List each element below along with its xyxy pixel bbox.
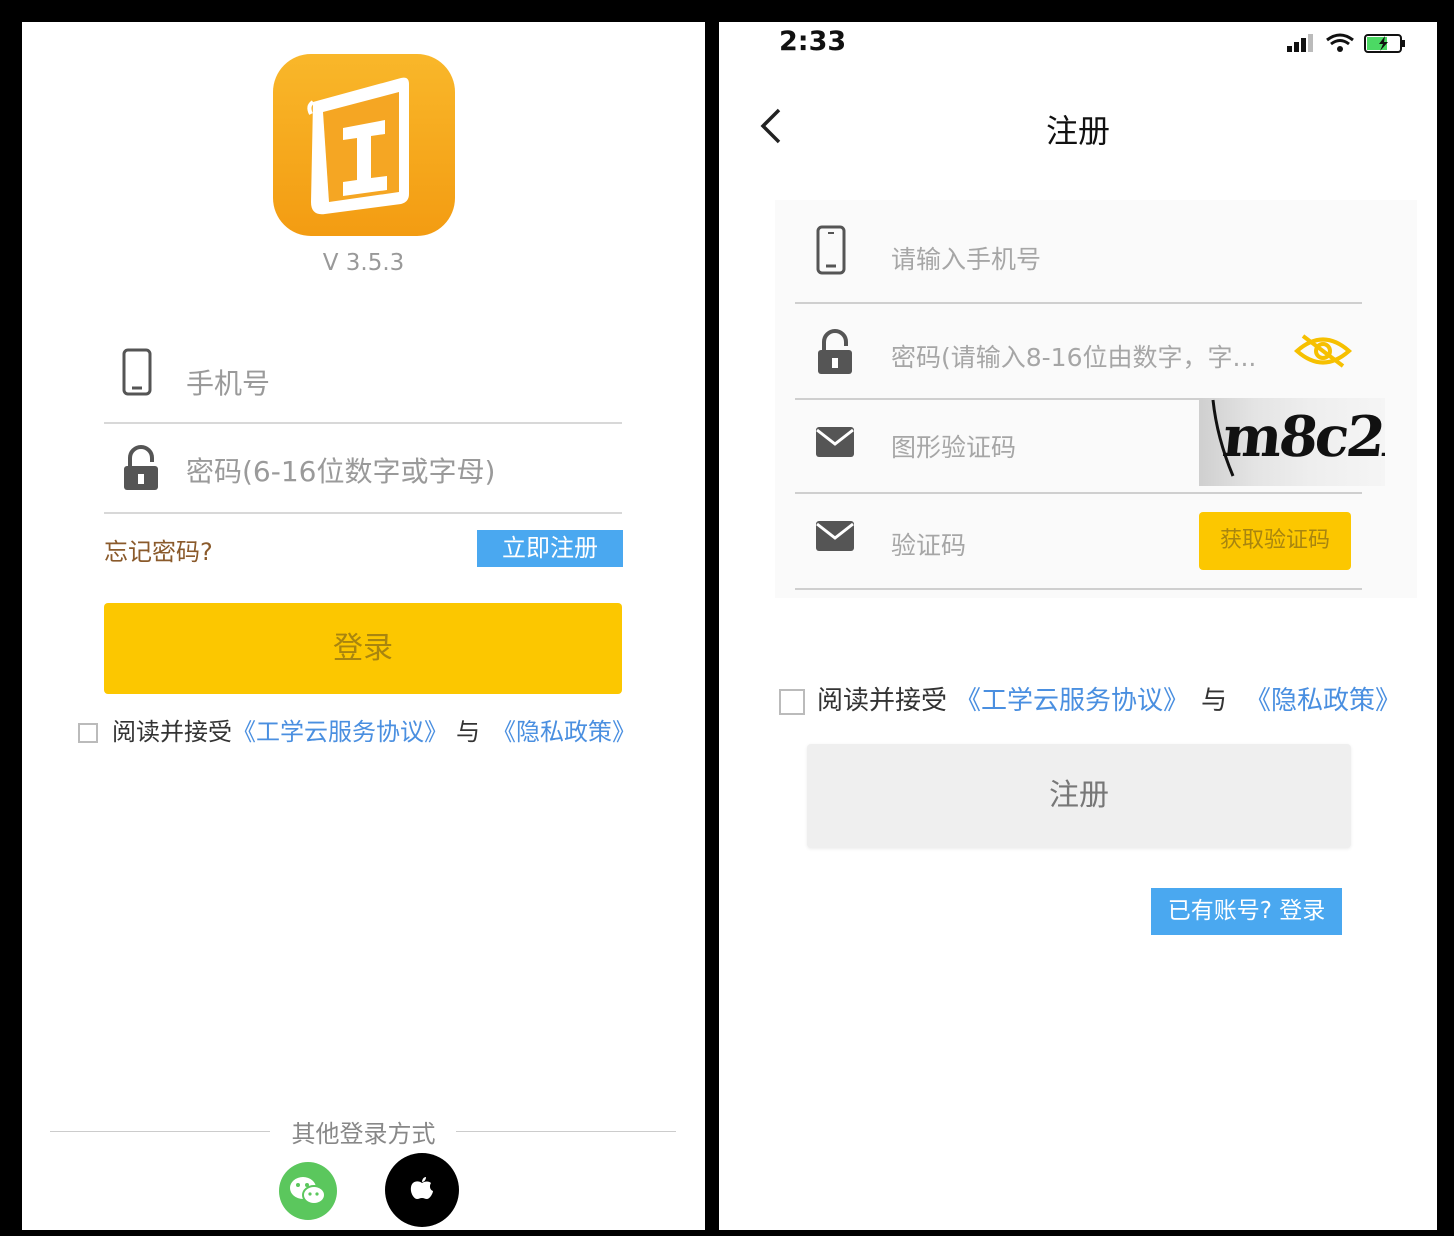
battery-icon (1364, 34, 1405, 53)
other-login-label: 其他登录方式 (281, 1114, 446, 1149)
agreement-row: 阅读并接受《工学云服务协议》与《隐私政策》 (779, 680, 1401, 717)
phone-input-placeholder: 手机号 (186, 367, 271, 400)
agreement-prefix: 阅读并接受 (817, 686, 948, 716)
phone-icon (815, 224, 847, 280)
signal-icon (1287, 34, 1313, 52)
login-button[interactable]: 登录 (104, 603, 622, 694)
phone-input-placeholder: 请输入手机号 (891, 245, 1042, 274)
agreement-row: 阅读并接受《工学云服务协议》与《隐私政策》 (78, 712, 636, 747)
phone-icon (122, 348, 152, 400)
privacy-link[interactable]: 《隐私政策》 (1245, 686, 1401, 716)
eye-slash-icon[interactable] (1293, 332, 1353, 374)
register-screen: 2:33 注册 请输入手机号 密码(请输入8-16位由数字，字... 图形验证码… (719, 22, 1437, 1230)
agreement-checkbox[interactable] (78, 723, 98, 743)
agreement-prefix: 阅读并接受 (112, 718, 232, 746)
apple-icon[interactable] (385, 1153, 459, 1227)
register-now-button[interactable]: 立即注册 (477, 530, 623, 567)
terms-link[interactable]: 《工学云服务协议》 (955, 686, 1189, 716)
page-title: 注册 (1045, 112, 1110, 150)
captcha-input-placeholder: 图形验证码 (891, 433, 1017, 462)
code-input-placeholder: 验证码 (891, 531, 967, 560)
mail-icon (815, 426, 855, 462)
lock-icon (815, 328, 855, 380)
verification-code-field[interactable]: 验证码 获取验证码 (795, 494, 1362, 590)
agreement-checkbox[interactable] (779, 688, 805, 715)
forgot-password-link[interactable]: 忘记密码? (104, 532, 213, 567)
captcha-field[interactable]: 图形验证码 m8c2b (795, 398, 1385, 494)
register-button[interactable]: 注册 (807, 744, 1351, 848)
wifi-icon (1326, 33, 1354, 52)
get-code-button[interactable]: 获取验证码 (1199, 512, 1351, 570)
lock-icon (122, 444, 160, 496)
app-logo-icon (273, 54, 455, 236)
privacy-link[interactable]: 《隐私政策》 (492, 718, 636, 746)
login-screen: V 3.5.3 手机号 密码(6-16位数字或字母) 忘记密码? 立即注册 登录… (22, 22, 705, 1230)
wechat-icon[interactable] (279, 1162, 337, 1220)
have-account-login-button[interactable]: 已有账号? 登录 (1151, 888, 1342, 935)
password-field[interactable]: 密码(请输入8-16位由数字，字... (795, 304, 1362, 400)
status-time: 2:33 (779, 26, 847, 57)
status-icons (1285, 30, 1409, 60)
password-input-placeholder: 密码(请输入8-16位由数字，字... (891, 343, 1257, 372)
captcha-image[interactable]: m8c2b (1199, 398, 1385, 486)
phone-field[interactable]: 请输入手机号 (795, 210, 1362, 304)
app-version: V 3.5.3 (322, 250, 405, 276)
agreement-and: 与 (1201, 686, 1228, 716)
terms-link[interactable]: 《工学云服务协议》 (232, 718, 448, 746)
other-login-divider: 其他登录方式 (22, 1114, 705, 1149)
password-input-placeholder: 密码(6-16位数字或字母) (186, 455, 496, 488)
phone-field[interactable]: 手机号 (104, 332, 622, 424)
password-field[interactable]: 密码(6-16位数字或字母) (104, 424, 622, 514)
captcha-text: m8c2b (1219, 404, 1385, 470)
mail-icon (815, 520, 855, 556)
agreement-and: 与 (456, 718, 480, 746)
